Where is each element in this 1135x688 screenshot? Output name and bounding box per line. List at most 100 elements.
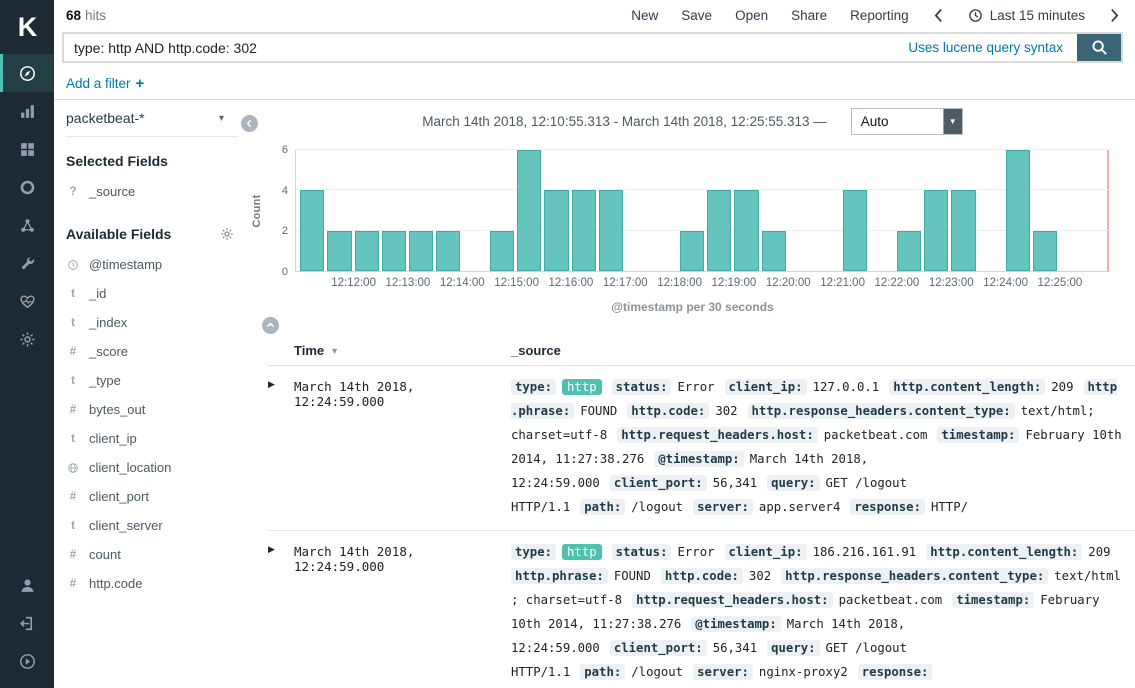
nav-item-timelion[interactable] <box>0 168 54 206</box>
expand-row-icon[interactable]: ▶ <box>268 540 294 684</box>
nav-item-machine-learning[interactable] <box>0 206 54 244</box>
doc-time: March 14th 2018, 12:24:59.000 <box>294 375 511 519</box>
field-item-http.code[interactable]: #http.code <box>66 569 250 598</box>
kibana-logo[interactable]: K <box>0 0 54 54</box>
nav-item-visualize[interactable] <box>0 92 54 130</box>
user-icon <box>19 577 36 594</box>
timepicker-button[interactable]: Last 15 minutes <box>968 8 1085 23</box>
nav-item-collapse-nav[interactable] <box>0 642 54 680</box>
field-item-bytes_out[interactable]: #bytes_out <box>66 395 250 424</box>
histogram-bar[interactable] <box>951 190 975 271</box>
new-button[interactable]: New <box>631 8 658 23</box>
histogram-bar[interactable] <box>409 231 433 271</box>
histogram-bar[interactable] <box>762 231 786 271</box>
expand-row-icon[interactable]: ▶ <box>268 375 294 519</box>
histogram-bar[interactable] <box>544 190 568 271</box>
source-field-name: server: <box>693 499 753 515</box>
source-field-value: Error <box>677 380 714 394</box>
histogram-bar[interactable] <box>300 190 324 271</box>
field-item-_source[interactable]: ?_source <box>66 177 250 206</box>
histogram-bar[interactable] <box>897 231 921 271</box>
nav-item-discover[interactable] <box>0 54 54 92</box>
nav-item-dev-tools[interactable] <box>0 244 54 282</box>
histogram-bar[interactable] <box>327 231 351 271</box>
hits-count: 68 <box>66 8 81 23</box>
histogram-bar[interactable] <box>572 190 596 271</box>
histogram-bar[interactable] <box>382 231 406 271</box>
nav-item-logout[interactable] <box>0 604 54 642</box>
field-item-_id[interactable]: t_id <box>66 279 250 308</box>
timepicker-back-icon[interactable] <box>932 8 945 23</box>
hits-label: hits <box>85 8 106 23</box>
histogram-bar[interactable] <box>599 190 623 271</box>
nav-item-dashboard[interactable] <box>0 130 54 168</box>
field-item-_index[interactable]: t_index <box>66 308 250 337</box>
reporting-button[interactable]: Reporting <box>850 8 909 23</box>
search-icon <box>1091 39 1108 56</box>
visualize-icon <box>19 103 36 120</box>
histogram-bar[interactable] <box>843 190 867 271</box>
machine-learning-icon <box>19 217 36 234</box>
field-item-_score[interactable]: #_score <box>66 337 250 366</box>
field-item-count[interactable]: #count <box>66 540 250 569</box>
select-arrow-icon: ▼ <box>943 109 962 134</box>
open-button[interactable]: Open <box>735 8 768 23</box>
timepicker-forward-icon[interactable] <box>1108 8 1121 23</box>
share-button[interactable]: Share <box>791 8 827 23</box>
sort-caret-icon: ▼ <box>330 346 339 356</box>
interval-select[interactable]: Auto ▼ <box>851 108 963 135</box>
field-item-_type[interactable]: t_type <box>66 366 250 395</box>
histogram-bar[interactable] <box>355 231 379 271</box>
histogram-bar[interactable] <box>490 231 514 271</box>
field-name: bytes_out <box>89 402 145 417</box>
source-field-name: http.response_headers.content_type: <box>748 403 1015 419</box>
available-fields-title: Available Fields <box>66 226 171 242</box>
field-item-client_port[interactable]: #client_port <box>66 482 250 511</box>
main-column: 68 hits New Save Open Share Reporting La… <box>54 0 1135 688</box>
source-field-value: packetbeat.com <box>839 593 943 607</box>
field-item-client_ip[interactable]: tclient_ip <box>66 424 250 453</box>
nav-item-user[interactable] <box>0 566 54 604</box>
index-pattern-selector[interactable]: packetbeat-* ▾ <box>66 100 238 137</box>
source-field-name: path: <box>580 664 625 680</box>
save-button[interactable]: Save <box>681 8 712 23</box>
source-field-name: query: <box>767 475 819 491</box>
clock-icon <box>66 259 80 271</box>
field-settings-gear-icon[interactable] <box>220 227 234 241</box>
nav-item-management[interactable] <box>0 320 54 358</box>
field-item-@timestamp[interactable]: @timestamp <box>66 250 250 279</box>
source-field-value: 209 <box>1088 545 1110 559</box>
time-column-header[interactable]: Time ▼ <box>294 343 511 358</box>
timelion-icon <box>19 179 36 196</box>
histogram-bar[interactable] <box>734 190 758 271</box>
histogram-bar[interactable] <box>924 190 948 271</box>
search-button[interactable] <box>1077 34 1121 61</box>
field-item-client_server[interactable]: tclient_server <box>66 511 250 540</box>
field-type-badge: # <box>66 491 80 503</box>
source-field-name: type: <box>511 379 556 395</box>
histogram-bar[interactable] <box>517 150 541 271</box>
histogram-bar[interactable] <box>436 231 460 271</box>
add-filter-link[interactable]: Add a filter <box>66 76 131 91</box>
search-input[interactable] <box>64 34 908 61</box>
histogram-bar[interactable] <box>680 231 704 271</box>
gridline <box>296 189 1110 190</box>
source-field-name: path: <box>580 499 625 515</box>
lucene-syntax-link[interactable]: Uses lucene query syntax <box>908 34 1077 61</box>
x-tick-label: 12:19:00 <box>712 277 757 289</box>
time-column-label: Time <box>294 343 324 358</box>
query-bar: Uses lucene query syntax <box>54 30 1135 67</box>
field-name: http.code <box>89 576 143 591</box>
field-item-client_location[interactable]: client_location <box>66 453 250 482</box>
collapse-fields-panel-button[interactable] <box>241 115 258 132</box>
histogram-bar[interactable] <box>707 190 731 271</box>
collapse-histogram-button[interactable] <box>262 317 279 334</box>
histogram-bar[interactable] <box>1006 150 1030 271</box>
nav-item-monitoring[interactable] <box>0 282 54 320</box>
app-nav-sidebar: K <box>0 0 54 688</box>
source-field-value: 127.0.0.1 <box>813 380 880 394</box>
source-field-value: 209 <box>1051 380 1073 394</box>
histogram-bar[interactable] <box>1033 231 1057 271</box>
source-field-value: nginx-proxy2 <box>759 665 848 679</box>
add-filter-plus-icon[interactable]: + <box>136 75 145 92</box>
